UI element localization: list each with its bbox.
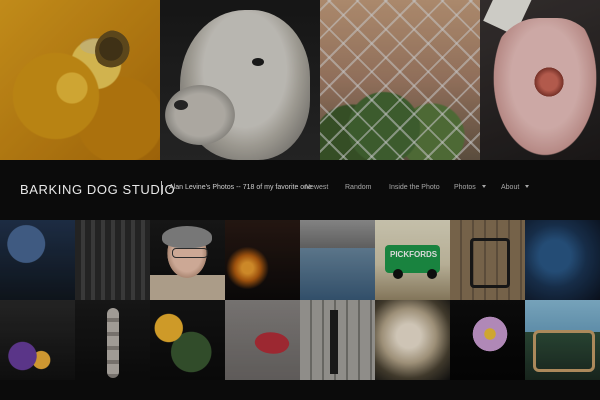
wagon-shape — [470, 238, 510, 288]
nav-item-random[interactable]: Random — [345, 184, 371, 191]
hand-shape — [485, 18, 600, 160]
card-shape — [483, 0, 532, 36]
portrait-face-shape — [164, 230, 210, 282]
lavender-flower-shape — [468, 312, 512, 356]
photo-tile-blue-abstract[interactable] — [525, 220, 600, 300]
green-truck-shape: PICKFORDS — [385, 245, 440, 273]
chevron-down-icon — [525, 185, 530, 188]
photo-tile-sunset-silhouette[interactable] — [225, 220, 300, 300]
photo-grid: PICKFORDS — [0, 220, 600, 380]
truck-wheel — [393, 269, 403, 279]
photo-tile-green-truck[interactable]: PICKFORDS — [375, 220, 450, 300]
nav-item-about[interactable]: About — [501, 184, 530, 191]
photo-tile-bee-on-sunflower[interactable] — [0, 0, 160, 160]
nav-item-photos[interactable]: Photos — [454, 184, 486, 191]
photo-tile-blue-sky-bench[interactable] — [525, 300, 600, 380]
photo-tile-wood-deck-wagon[interactable] — [450, 220, 525, 300]
nav-item-inside-the-photo[interactable]: Inside the Photo — [389, 184, 440, 191]
photo-tile-dandelion-seedhead[interactable] — [375, 300, 450, 380]
site-tagline: Alan Levine's Photos -- 718 of my favori… — [169, 184, 312, 191]
alpaca-head-shape — [180, 10, 310, 160]
portrait-glasses-shape — [172, 248, 208, 258]
photo-tile-stacked-stones[interactable] — [75, 300, 150, 380]
nav-label-random: Random — [345, 184, 372, 191]
alpaca-eye-shape — [252, 58, 264, 66]
nav-label-photos: Photos — [454, 184, 476, 191]
nav-label-about: About — [501, 184, 520, 191]
held-object-shape — [532, 65, 566, 99]
photo-tile-blue-bokeh[interactable] — [0, 220, 75, 300]
photo-tile-weathered-wood[interactable] — [300, 300, 375, 380]
nav-item-newest[interactable]: Newest — [305, 184, 328, 191]
photo-tile-alpaca-closeup[interactable] — [160, 0, 320, 160]
bench-shape — [533, 330, 595, 372]
chain-link-fence-overlay — [320, 0, 480, 160]
portrait-jacket-shape — [150, 275, 225, 300]
photo-tile-succulents-behind-fence[interactable] — [320, 0, 480, 160]
stacked-stones-shape — [107, 308, 119, 378]
alpaca-snout-shape — [165, 85, 235, 145]
photo-tile-purple-flowers-and-yellow[interactable] — [0, 300, 75, 380]
photo-tile-red-petal[interactable] — [225, 300, 300, 380]
bee-wing-shape — [80, 38, 110, 54]
photo-tile-lake-reflection[interactable] — [300, 220, 375, 300]
photo-tile-lavender-flower[interactable] — [450, 300, 525, 380]
brand-tagline-separator — [161, 181, 162, 195]
nav-label-inside-the-photo: Inside the Photo — [389, 184, 440, 191]
photo-tile-yellow-flower-leaves[interactable] — [150, 300, 225, 380]
chevron-down-icon — [481, 185, 486, 188]
nav-label-newest: Newest — [305, 184, 329, 191]
metal-strip-shape — [330, 310, 338, 374]
truck-wheel — [427, 269, 437, 279]
photo-tile-rope-textures[interactable] — [75, 220, 150, 300]
top-photo-strip — [0, 0, 600, 160]
photo-tile-portrait-man-glasses[interactable] — [150, 220, 225, 300]
alpaca-nose-shape — [174, 100, 188, 110]
bee-shape — [95, 30, 135, 72]
photo-tile-hand-holding-object[interactable] — [480, 0, 600, 160]
portrait-hair-shape — [162, 226, 212, 248]
truck-label: PICKFORDS — [390, 250, 438, 259]
red-petal-shape — [252, 327, 292, 359]
site-brand[interactable]: BARKING DOG STUDIO — [20, 182, 175, 197]
